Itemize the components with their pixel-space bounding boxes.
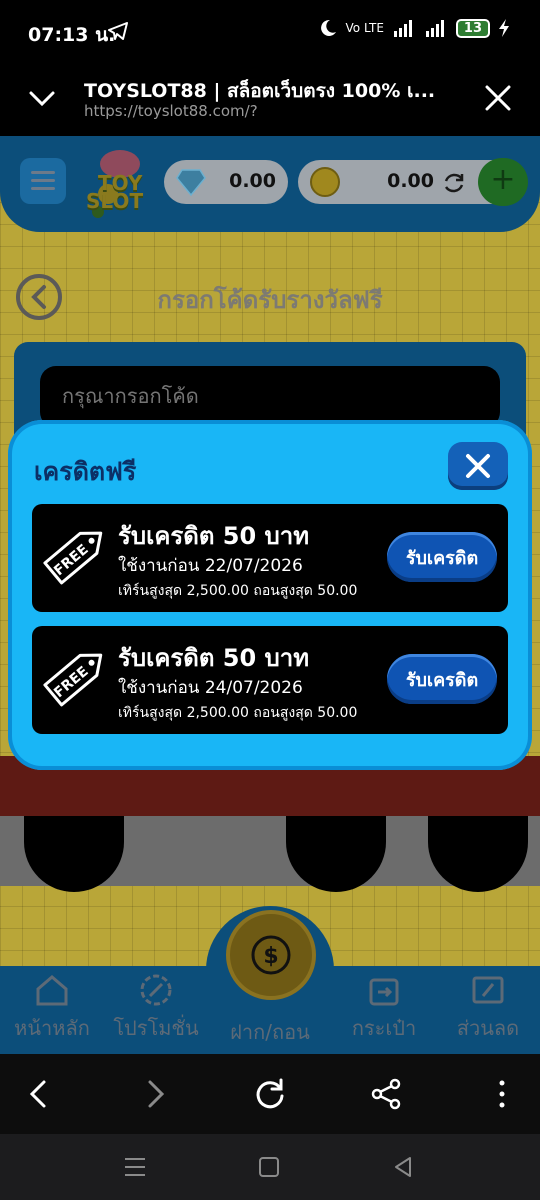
coupon-title: รับเครดิต 50 บาท bbox=[118, 522, 310, 550]
signal-5g-icon bbox=[393, 20, 412, 37]
browser-toolbar bbox=[0, 1054, 540, 1134]
free-credit-modal: เครดิตฟรี FREE รับเครดิต 50 บาท ใช้งานก่… bbox=[8, 420, 532, 770]
gem-balance-value: 0.00 bbox=[229, 170, 276, 192]
coupon-limit: เทิร์นสูงสุด 2,500.00 ถอนสูงสุด 50.00 bbox=[118, 583, 358, 599]
coupon-expiry: ใช้งานก่อน 24/07/2026 bbox=[118, 678, 303, 698]
redeem-title: กรอกโค้ดรับรางวัลฟรี bbox=[157, 286, 383, 314]
network-label: Vo LTE bbox=[345, 21, 384, 35]
coupon-expiry: ใช้งานก่อน 22/07/2026 bbox=[118, 556, 303, 576]
nav-label-home: หน้าหลัก bbox=[14, 1016, 90, 1040]
status-bar: 07:13 น. Vo LTE 13 bbox=[0, 0, 540, 64]
home-icon bbox=[36, 975, 68, 1006]
deposit-withdraw-icon: $ bbox=[251, 935, 291, 975]
decor-stripe-dots bbox=[0, 816, 540, 892]
close-icon[interactable] bbox=[484, 84, 512, 112]
wallet-icon bbox=[369, 978, 399, 1006]
nav-item-discount[interactable]: ส่วนลด bbox=[436, 972, 540, 1044]
gem-balance: 0.00 bbox=[164, 160, 288, 204]
deposit-withdraw-button[interactable]: $ bbox=[226, 910, 316, 1000]
discount-icon bbox=[472, 976, 504, 1004]
close-icon bbox=[466, 454, 490, 478]
code-input[interactable] bbox=[40, 366, 500, 428]
charging-icon bbox=[499, 19, 509, 37]
refresh-icon[interactable] bbox=[442, 171, 466, 195]
coin-icon bbox=[310, 167, 340, 197]
android-nav-bar bbox=[0, 1134, 540, 1200]
share-icon[interactable] bbox=[368, 1076, 404, 1112]
modal-close-button[interactable] bbox=[448, 442, 508, 490]
more-options-icon[interactable] bbox=[484, 1076, 520, 1112]
site-header: TOY SLOT 0.00 0.00 + bbox=[0, 136, 540, 232]
coupon-card: FREE รับเครดิต 50 บาท ใช้งานก่อน 24/07/2… bbox=[32, 626, 508, 734]
browser-title-bar: TOYSLOT88 | สล็อตเว็บตรง 100% เ... https… bbox=[0, 64, 540, 136]
free-tag-icon: FREE bbox=[43, 653, 103, 707]
diamond-icon bbox=[176, 169, 206, 196]
nav-item-home[interactable]: หน้าหลัก bbox=[0, 972, 104, 1044]
nav-item-deposit-withdraw[interactable]: ฝาก/ถอน bbox=[218, 1016, 322, 1048]
claim-credit-button[interactable]: รับเครดิต bbox=[387, 532, 497, 582]
coin-balance: 0.00 + bbox=[298, 158, 528, 206]
back-arrow-icon[interactable] bbox=[22, 1076, 58, 1112]
forward-arrow-icon[interactable] bbox=[136, 1076, 172, 1112]
menu-button[interactable] bbox=[20, 158, 66, 204]
page-url: https://toyslot88.com/? bbox=[84, 102, 258, 120]
coupon-card: FREE รับเครดิต 50 บาท ใช้งานก่อน 22/07/2… bbox=[32, 504, 508, 612]
logo-text: TOY SLOT bbox=[86, 171, 144, 213]
nav-label-discount: ส่วนลด bbox=[456, 1016, 520, 1040]
back-triangle-icon[interactable] bbox=[390, 1154, 416, 1180]
svg-text:$: $ bbox=[263, 944, 278, 969]
status-indicators: Vo LTE 13 bbox=[318, 18, 510, 38]
battery-indicator: 13 bbox=[455, 18, 490, 38]
do-not-disturb-moon-icon bbox=[320, 19, 336, 36]
home-button-icon[interactable] bbox=[256, 1154, 282, 1180]
signal-icon bbox=[425, 20, 444, 37]
modal-title: เครดิตฟรี bbox=[34, 457, 137, 486]
recent-apps-icon[interactable] bbox=[122, 1154, 148, 1180]
claim-credit-button[interactable]: รับเครดิต bbox=[387, 654, 497, 704]
nav-item-promotion[interactable]: โปรโมชั่น bbox=[104, 972, 208, 1044]
status-time: 07:13 น. bbox=[28, 24, 116, 46]
nav-label-wallet: กระเป๋า bbox=[351, 1016, 417, 1040]
nav-label-deposit-withdraw: ฝาก/ถอน bbox=[230, 1020, 310, 1044]
coupon-title: รับเครดิต 50 บาท bbox=[118, 644, 310, 672]
nav-item-wallet[interactable]: กระเป๋า bbox=[332, 972, 436, 1044]
add-funds-button[interactable]: + bbox=[478, 158, 528, 206]
reload-icon[interactable] bbox=[252, 1076, 288, 1112]
nav-label-promotion: โปรโมชั่น bbox=[113, 1016, 199, 1040]
promotion-icon bbox=[140, 974, 172, 1006]
telegram-icon bbox=[108, 22, 128, 40]
free-tag-icon: FREE bbox=[43, 531, 103, 585]
coupon-limit: เทิร์นสูงสุด 2,500.00 ถอนสูงสุด 50.00 bbox=[118, 705, 358, 721]
chevron-down-icon[interactable] bbox=[28, 84, 56, 112]
coin-balance-value: 0.00 bbox=[387, 170, 434, 192]
